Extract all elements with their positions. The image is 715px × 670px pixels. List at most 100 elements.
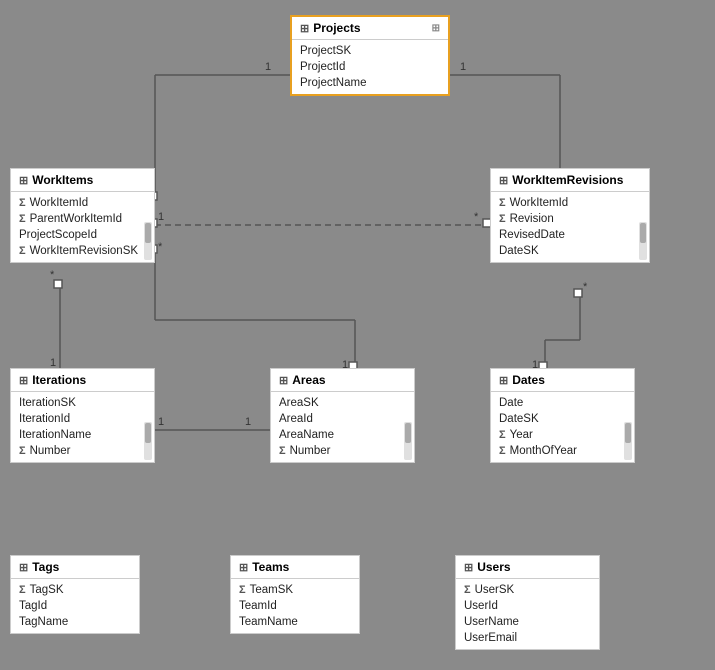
table-row: AreaId — [271, 411, 414, 427]
sigma-icon: Σ — [499, 429, 506, 441]
field-name: IterationSK — [19, 397, 76, 409]
table-row: UserId — [456, 598, 599, 614]
projects-table[interactable]: ⊞ Projects ⊞ ProjectSK ProjectId Project… — [290, 15, 450, 96]
field-name: IterationId — [19, 413, 70, 425]
workitems-title: WorkItems — [32, 173, 93, 187]
table-row: Σ WorkItemId — [491, 195, 649, 211]
field-name: ProjectScopeId — [19, 229, 97, 241]
teams-table[interactable]: ⊞ Teams Σ TeamSK TeamId TeamName — [230, 555, 360, 634]
svg-text:1: 1 — [158, 211, 164, 223]
sigma-icon: Σ — [464, 584, 471, 596]
field-name: DateSK — [499, 245, 539, 257]
scroll-indicator[interactable] — [639, 222, 647, 260]
table-row: Σ WorkItemRevisionSK — [11, 243, 154, 259]
users-body: Σ UserSK UserId UserName UserEmail — [456, 579, 599, 649]
table-row: Σ Year — [491, 427, 634, 443]
sigma-icon: Σ — [19, 213, 26, 225]
field-name: WorkItemId — [510, 197, 569, 209]
grid-icon: ⊞ — [499, 374, 508, 387]
users-title: Users — [477, 560, 510, 574]
svg-text:1: 1 — [265, 61, 271, 73]
field-name: TagId — [19, 600, 47, 612]
sigma-icon: Σ — [19, 584, 26, 596]
iterations-title: Iterations — [32, 373, 86, 387]
scroll-indicator[interactable] — [144, 222, 152, 260]
svg-text:*: * — [158, 241, 163, 253]
field-name: MonthOfYear — [510, 445, 577, 457]
field-name: AreaId — [279, 413, 313, 425]
scroll-thumb — [640, 223, 646, 243]
tags-body: Σ TagSK TagId TagName — [11, 579, 139, 633]
tags-table[interactable]: ⊞ Tags Σ TagSK TagId TagName — [10, 555, 140, 634]
field-name: AreaSK — [279, 397, 319, 409]
grid-icon: ⊞ — [499, 174, 508, 187]
sigma-icon: Σ — [19, 245, 26, 257]
field-name: IterationName — [19, 429, 91, 441]
field-name: Revision — [510, 213, 554, 225]
workitemrevisions-body: Σ WorkItemId Σ Revision RevisedDate Date… — [491, 192, 649, 262]
table-row: Σ Number — [271, 443, 414, 459]
table-row: TeamName — [231, 614, 359, 630]
table-row: DateSK — [491, 243, 649, 259]
areas-table[interactable]: ⊞ Areas AreaSK AreaId AreaName Σ Number — [270, 368, 415, 463]
users-table[interactable]: ⊞ Users Σ UserSK UserId UserName UserEma… — [455, 555, 600, 650]
table-row: IterationSK — [11, 395, 154, 411]
areas-header: ⊞ Areas — [271, 369, 414, 392]
iterations-body: IterationSK IterationId IterationName Σ … — [11, 392, 154, 462]
table-row: UserName — [456, 614, 599, 630]
table-row: TagId — [11, 598, 139, 614]
workitemrevisions-table[interactable]: ⊞ WorkItemRevisions Σ WorkItemId Σ Revis… — [490, 168, 650, 263]
table-row: Σ WorkItemId — [11, 195, 154, 211]
scroll-indicator[interactable] — [624, 422, 632, 460]
sigma-icon: Σ — [239, 584, 246, 596]
expand-icon: ⊞ — [432, 23, 440, 34]
table-row: Σ TeamSK — [231, 582, 359, 598]
svg-text:1: 1 — [158, 416, 164, 428]
table-row: DateSK — [491, 411, 634, 427]
scroll-thumb — [625, 423, 631, 443]
field-name: DateSK — [499, 413, 539, 425]
sigma-icon: Σ — [19, 197, 26, 209]
table-row: IterationId — [11, 411, 154, 427]
iterations-table[interactable]: ⊞ Iterations IterationSK IterationId Ite… — [10, 368, 155, 463]
workitemrevisions-title: WorkItemRevisions — [512, 173, 623, 187]
table-row: Date — [491, 395, 634, 411]
svg-text:1: 1 — [460, 61, 466, 73]
teams-body: Σ TeamSK TeamId TeamName — [231, 579, 359, 633]
field-name: TeamId — [239, 600, 277, 612]
table-row: Σ TagSK — [11, 582, 139, 598]
svg-text:*: * — [583, 281, 588, 293]
grid-icon: ⊞ — [239, 561, 248, 574]
grid-icon: ⊞ — [19, 174, 28, 187]
grid-icon: ⊞ — [464, 561, 473, 574]
svg-text:*: * — [474, 211, 479, 223]
scroll-indicator[interactable] — [144, 422, 152, 460]
scroll-indicator[interactable] — [404, 422, 412, 460]
grid-icon: ⊞ — [19, 374, 28, 387]
sigma-icon: Σ — [499, 213, 506, 225]
table-row: Σ ParentWorkItemId — [11, 211, 154, 227]
dates-title: Dates — [512, 373, 545, 387]
field-name: RevisedDate — [499, 229, 565, 241]
projects-title: Projects — [313, 21, 360, 35]
field-name: TeamName — [239, 616, 298, 628]
users-header: ⊞ Users — [456, 556, 599, 579]
table-row: RevisedDate — [491, 227, 649, 243]
table-row: Σ Revision — [491, 211, 649, 227]
tags-header: ⊞ Tags — [11, 556, 139, 579]
table-row: AreaName — [271, 427, 414, 443]
field-name: UserId — [464, 600, 498, 612]
field-name: Year — [510, 429, 533, 441]
table-row: Σ UserSK — [456, 582, 599, 598]
workitems-table[interactable]: ⊞ WorkItems Σ WorkItemId Σ ParentWorkIte… — [10, 168, 155, 263]
projects-body: ProjectSK ProjectId ProjectName — [292, 40, 448, 94]
areas-body: AreaSK AreaId AreaName Σ Number — [271, 392, 414, 462]
iterations-header: ⊞ Iterations — [11, 369, 154, 392]
table-row: TagName — [11, 614, 139, 630]
sigma-icon: Σ — [19, 445, 26, 457]
field-name: ProjectId — [300, 61, 345, 73]
dates-table[interactable]: ⊞ Dates Date DateSK Σ Year Σ MonthOfYear — [490, 368, 635, 463]
table-row: UserEmail — [456, 630, 599, 646]
scroll-thumb — [145, 423, 151, 443]
scroll-thumb — [145, 223, 151, 243]
